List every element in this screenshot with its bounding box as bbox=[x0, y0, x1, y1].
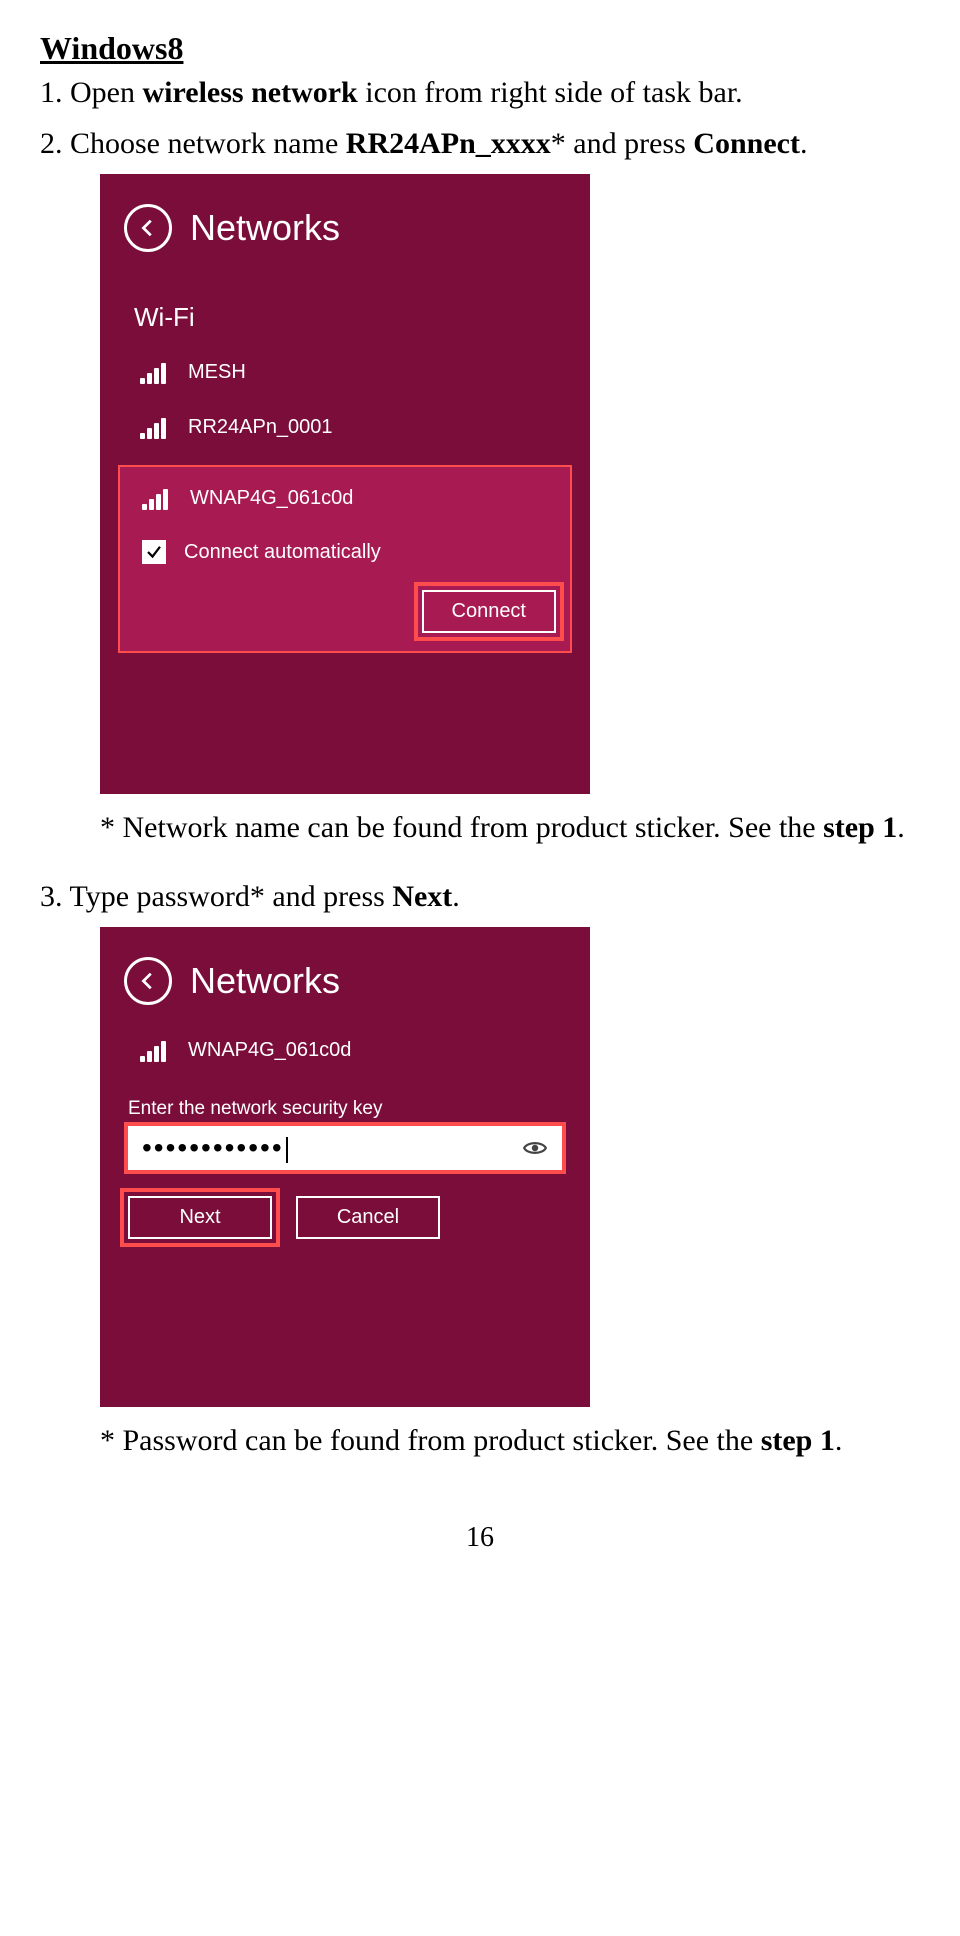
t: . bbox=[452, 880, 460, 913]
connect-button[interactable]: Connect bbox=[422, 590, 557, 633]
button-row: Next Cancel bbox=[128, 1196, 562, 1239]
t: RR24APn_xxxx bbox=[346, 127, 551, 160]
network-item[interactable]: WNAP4G_061c0d bbox=[142, 481, 556, 516]
t: step 1 bbox=[761, 1424, 835, 1457]
t: Next bbox=[392, 880, 452, 913]
panel-header: Networks bbox=[100, 174, 590, 258]
password-value: •••••••••••• bbox=[142, 1132, 288, 1164]
wifi-section-label: Wi-Fi bbox=[100, 258, 590, 345]
t: 2. bbox=[40, 127, 70, 160]
signal-icon bbox=[140, 362, 170, 384]
t: step 1 bbox=[823, 811, 897, 844]
panel-title: Networks bbox=[190, 207, 340, 249]
network-item[interactable]: WNAP4G_061c0d bbox=[100, 1011, 590, 1078]
step-2: 2. Choose network name RR24APn_xxxx* and… bbox=[40, 124, 920, 165]
auto-connect-label: Connect automatically bbox=[184, 541, 381, 564]
t: Type password* and press bbox=[69, 880, 392, 913]
password-input[interactable]: •••••••••••• bbox=[128, 1126, 562, 1170]
network-item[interactable]: MESH bbox=[100, 345, 590, 400]
t: 1. bbox=[40, 76, 70, 109]
t: wireless network bbox=[142, 76, 357, 109]
password-area: Enter the network security key •••••••••… bbox=[128, 1098, 562, 1239]
networks-panel: Networks WNAP4G_061c0d Enter the network… bbox=[100, 927, 590, 1407]
t: * Password can be found from product sti… bbox=[100, 1424, 761, 1457]
screenshot-enter-password: Networks WNAP4G_061c0d Enter the network… bbox=[100, 927, 920, 1407]
t: 3. bbox=[40, 880, 69, 913]
t: icon from right side of task bar. bbox=[358, 76, 743, 109]
screenshot-networks-list: Networks Wi-Fi MESH RR24APn_0001 WNAP4G_… bbox=[100, 174, 920, 794]
t: Choose network name bbox=[70, 127, 346, 160]
signal-icon bbox=[142, 488, 172, 510]
panel-header: Networks bbox=[100, 927, 590, 1011]
network-name: RR24APn_0001 bbox=[188, 416, 333, 439]
networks-panel: Networks Wi-Fi MESH RR24APn_0001 WNAP4G_… bbox=[100, 174, 590, 794]
cancel-button[interactable]: Cancel bbox=[296, 1196, 440, 1239]
note-password: * Password can be found from product sti… bbox=[100, 1421, 920, 1462]
t: . bbox=[800, 127, 808, 160]
section-heading: Windows8 bbox=[40, 30, 920, 67]
reveal-password-icon[interactable] bbox=[522, 1135, 548, 1161]
arrow-left-icon bbox=[137, 970, 159, 992]
auto-connect-row[interactable]: Connect automatically bbox=[142, 534, 556, 570]
t: . bbox=[897, 811, 905, 844]
t: . bbox=[835, 1424, 843, 1457]
checkbox-checked-icon[interactable] bbox=[142, 540, 166, 564]
t: * Network name can be found from product… bbox=[100, 811, 823, 844]
password-label: Enter the network security key bbox=[128, 1098, 562, 1120]
signal-icon bbox=[140, 417, 170, 439]
back-button[interactable] bbox=[124, 957, 172, 1005]
next-button[interactable]: Next bbox=[128, 1196, 272, 1239]
network-name: WNAP4G_061c0d bbox=[188, 1039, 351, 1062]
note-network-name: * Network name can be found from product… bbox=[100, 808, 920, 849]
step-1: 1. Open wireless network icon from right… bbox=[40, 73, 920, 114]
t: Open bbox=[70, 76, 142, 109]
arrow-left-icon bbox=[137, 217, 159, 239]
t: * and press bbox=[551, 127, 693, 160]
step-3: 3. Type password* and press Next. bbox=[40, 877, 920, 918]
signal-icon bbox=[140, 1040, 170, 1062]
network-name: WNAP4G_061c0d bbox=[190, 487, 353, 510]
panel-title: Networks bbox=[190, 960, 340, 1002]
selected-network-block: WNAP4G_061c0d Connect automatically Conn… bbox=[118, 465, 572, 653]
network-item[interactable]: RR24APn_0001 bbox=[100, 400, 590, 455]
t: Connect bbox=[693, 127, 800, 160]
page-number: 16 bbox=[40, 1522, 920, 1554]
back-button[interactable] bbox=[124, 204, 172, 252]
network-name: MESH bbox=[188, 361, 246, 384]
